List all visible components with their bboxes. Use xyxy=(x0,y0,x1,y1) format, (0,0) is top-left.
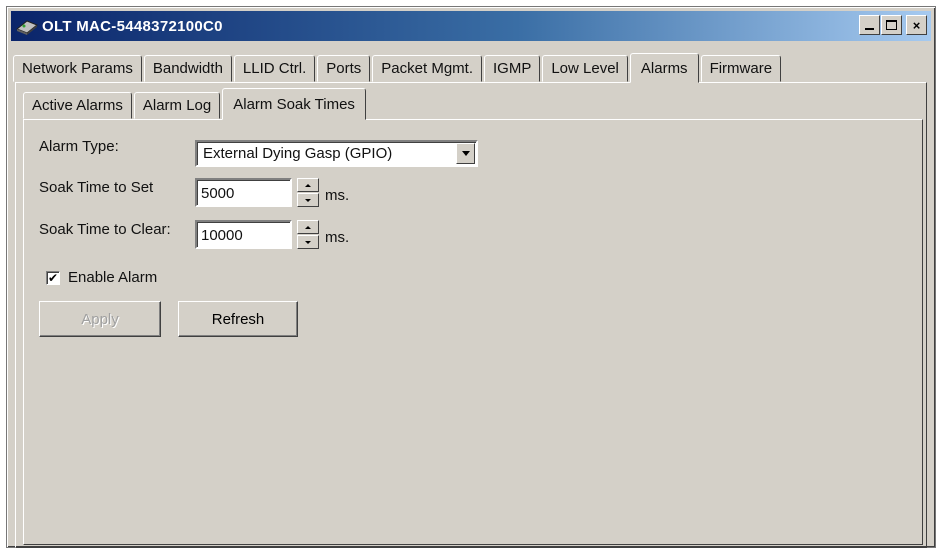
tab-alarms[interactable]: Alarms xyxy=(629,53,699,83)
tab-packet-mgmt[interactable]: Packet Mgmt. xyxy=(372,55,482,82)
alarm-soak-times-panel xyxy=(23,119,923,545)
minimize-icon xyxy=(865,28,874,30)
main-tab-strip: Network Params Bandwidth LLID Ctrl. Ports Pa… xyxy=(13,52,783,83)
tab-bandwidth[interactable]: Bandwidth xyxy=(143,55,232,82)
tab-low-level[interactable]: Low Level xyxy=(542,55,628,82)
maximize-icon xyxy=(886,20,897,30)
subtab-alarm-log[interactable]: Alarm Log xyxy=(133,92,221,119)
minimize-button[interactable] xyxy=(859,15,880,35)
maximize-button[interactable] xyxy=(881,15,902,35)
olt-device-icon xyxy=(16,20,38,35)
tab-network-params[interactable]: Network Params xyxy=(13,55,142,82)
alarm-sub-tab-strip: Active Alarms Alarm Log Alarm Soak Times xyxy=(23,88,368,120)
close-icon: × xyxy=(912,17,921,33)
tab-llid-ctrl[interactable]: LLID Ctrl. xyxy=(233,55,316,82)
tab-igmp[interactable]: IGMP xyxy=(484,55,541,82)
title-bar[interactable]: OLT MAC-5448372100C0 × xyxy=(11,11,931,41)
window-title: OLT MAC-5448372100C0 xyxy=(42,17,223,35)
app-window: OLT MAC-5448372100C0 × Network Params Ban… xyxy=(6,6,936,548)
subtab-alarm-soak-times[interactable]: Alarm Soak Times xyxy=(222,88,366,120)
tab-ports[interactable]: Ports xyxy=(317,55,371,82)
tab-firmware[interactable]: Firmware xyxy=(700,55,782,82)
subtab-active-alarms[interactable]: Active Alarms xyxy=(23,92,132,119)
close-button[interactable]: × xyxy=(906,15,927,35)
